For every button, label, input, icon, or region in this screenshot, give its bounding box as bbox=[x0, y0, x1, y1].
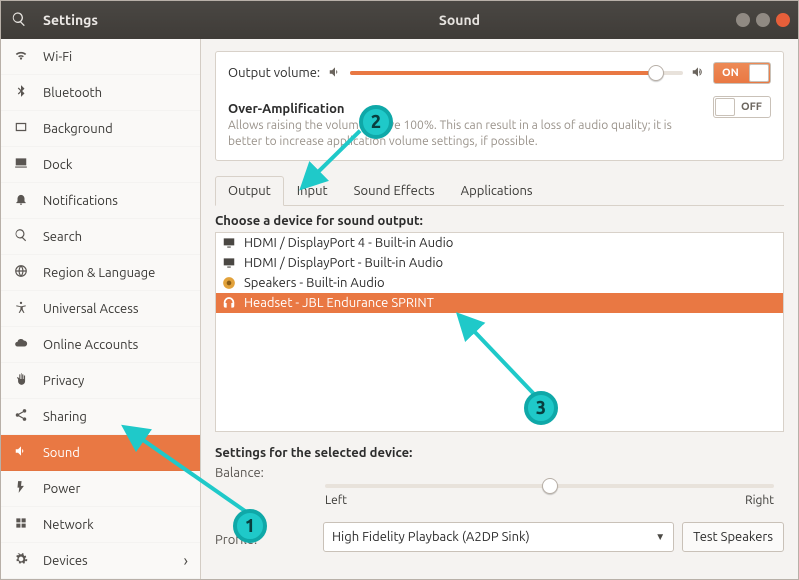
sidebar-item-label: Search bbox=[43, 230, 82, 244]
dock-icon bbox=[13, 156, 29, 173]
output-device-item[interactable]: HDMI / DisplayPort 4 - Built-in Audio bbox=[216, 233, 783, 253]
sidebar-item-dock[interactable]: Dock bbox=[1, 147, 200, 183]
monitor-icon bbox=[222, 236, 236, 250]
network-icon bbox=[13, 516, 29, 533]
tab-output[interactable]: Output bbox=[215, 176, 284, 206]
globe-icon bbox=[13, 264, 29, 281]
sidebar-item-label: Notifications bbox=[43, 194, 118, 208]
cloud-icon bbox=[13, 336, 29, 353]
sidebar-item-label: Background bbox=[43, 122, 113, 136]
sidebar-item-label: Sound bbox=[43, 446, 80, 460]
gear-icon bbox=[13, 552, 29, 569]
sidebar-item-network[interactable]: Network bbox=[1, 507, 200, 543]
maximize-icon[interactable] bbox=[756, 13, 770, 27]
sidebar-item-label: Sharing bbox=[43, 410, 87, 424]
share-icon bbox=[13, 408, 29, 425]
sidebar-item-label: Wi-Fi bbox=[43, 50, 72, 64]
search-icon bbox=[13, 228, 29, 245]
sound-icon bbox=[13, 444, 29, 461]
sidebar-item-label: Region & Language bbox=[43, 266, 155, 280]
sidebar-item-power[interactable]: Power bbox=[1, 471, 200, 507]
sidebar-item-bluetooth[interactable]: Bluetooth bbox=[1, 75, 200, 111]
choose-device-label: Choose a device for sound output: bbox=[215, 214, 784, 228]
sidebar-item-region-language[interactable]: Region & Language bbox=[1, 255, 200, 291]
sidebar-item-privacy[interactable]: Privacy bbox=[1, 363, 200, 399]
tab-applications[interactable]: Applications bbox=[448, 176, 546, 206]
settings-title: Settings bbox=[43, 12, 98, 28]
hand-icon bbox=[13, 372, 29, 389]
profile-label: Profile: bbox=[215, 533, 315, 547]
sidebar-item-devices[interactable]: Devices › bbox=[1, 543, 200, 579]
sound-panel: Output volume: ON Over-Amplifi bbox=[201, 39, 798, 579]
headset-icon bbox=[222, 296, 236, 310]
over-amplification-desc: Allows raising the volume above 100%. Th… bbox=[228, 116, 703, 150]
minimize-icon[interactable] bbox=[736, 13, 750, 27]
bell-icon bbox=[13, 192, 29, 209]
sidebar-item-label: Power bbox=[43, 482, 80, 496]
close-icon[interactable] bbox=[776, 13, 790, 27]
sidebar-item-label: Universal Access bbox=[43, 302, 138, 316]
output-volume-panel: Output volume: ON Over-Amplifi bbox=[215, 51, 784, 161]
device-label: Speakers - Built-in Audio bbox=[244, 276, 385, 290]
sidebar-item-sound[interactable]: Sound bbox=[1, 435, 200, 471]
sidebar-item-background[interactable]: Background bbox=[1, 111, 200, 147]
sidebar-item-label: Online Accounts bbox=[43, 338, 138, 352]
sidebar-item-label: Dock bbox=[43, 158, 72, 172]
device-label: HDMI / DisplayPort - Built-in Audio bbox=[244, 256, 443, 270]
test-speakers-button[interactable]: Test Speakers bbox=[682, 522, 784, 552]
search-icon[interactable] bbox=[11, 11, 27, 30]
balance-label: Balance: bbox=[215, 466, 784, 480]
sidebar-item-universal-access[interactable]: Universal Access bbox=[1, 291, 200, 327]
window-controls bbox=[718, 1, 798, 39]
profile-select[interactable]: High Fidelity Playback (A2DP Sink) ▼ bbox=[323, 522, 674, 552]
settings-sidebar: Wi-Fi Bluetooth Background Dock Notification… bbox=[1, 39, 201, 579]
tab-input[interactable]: Input bbox=[284, 176, 341, 206]
speaker-loud-icon bbox=[691, 65, 705, 82]
bluetooth-icon bbox=[13, 84, 29, 101]
title-bar: Settings Sound bbox=[1, 1, 798, 39]
sidebar-item-online-accounts[interactable]: Online Accounts bbox=[1, 327, 200, 363]
balance-slider[interactable]: Left Right bbox=[215, 480, 784, 510]
output-volume-slider[interactable] bbox=[350, 71, 683, 75]
output-volume-label: Output volume: bbox=[228, 66, 320, 80]
over-amplification-title: Over-Amplification bbox=[228, 102, 703, 116]
output-volume-toggle[interactable]: ON bbox=[713, 62, 771, 84]
wifi-icon bbox=[13, 48, 29, 65]
speaker-icon bbox=[328, 65, 342, 82]
sidebar-item-sharing[interactable]: Sharing bbox=[1, 399, 200, 435]
sidebar-item-search[interactable]: Search bbox=[1, 219, 200, 255]
chevron-right-icon: › bbox=[184, 552, 189, 570]
output-device-item[interactable]: Headset - JBL Endurance SPRINT bbox=[216, 293, 783, 313]
universal-icon bbox=[13, 300, 29, 317]
sound-tabs: OutputInputSound EffectsApplications bbox=[215, 175, 784, 206]
device-settings-label: Settings for the selected device: bbox=[215, 446, 784, 460]
sidebar-item-label: Bluetooth bbox=[43, 86, 102, 100]
power-icon bbox=[13, 480, 29, 497]
monitor-icon bbox=[222, 256, 236, 270]
chevron-down-icon: ▼ bbox=[655, 531, 665, 543]
sidebar-item-label: Privacy bbox=[43, 374, 84, 388]
output-device-item[interactable]: Speakers - Built-in Audio bbox=[216, 273, 783, 293]
device-label: Headset - JBL Endurance SPRINT bbox=[244, 296, 434, 310]
output-device-list[interactable]: HDMI / DisplayPort 4 - Built-in Audio HDM… bbox=[215, 232, 784, 432]
sidebar-item-label: Network bbox=[43, 518, 94, 532]
tab-sound-effects[interactable]: Sound Effects bbox=[341, 176, 448, 206]
sidebar-item-notifications[interactable]: Notifications bbox=[1, 183, 200, 219]
device-label: HDMI / DisplayPort 4 - Built-in Audio bbox=[244, 236, 453, 250]
window-title: Sound bbox=[201, 1, 718, 39]
over-amplification-toggle[interactable]: OFF bbox=[713, 96, 771, 118]
background-icon bbox=[13, 120, 29, 137]
speaker-icon bbox=[222, 276, 236, 290]
sidebar-item-wi-fi[interactable]: Wi-Fi bbox=[1, 39, 200, 75]
output-device-item[interactable]: HDMI / DisplayPort - Built-in Audio bbox=[216, 253, 783, 273]
sidebar-item-label: Devices bbox=[43, 554, 88, 568]
